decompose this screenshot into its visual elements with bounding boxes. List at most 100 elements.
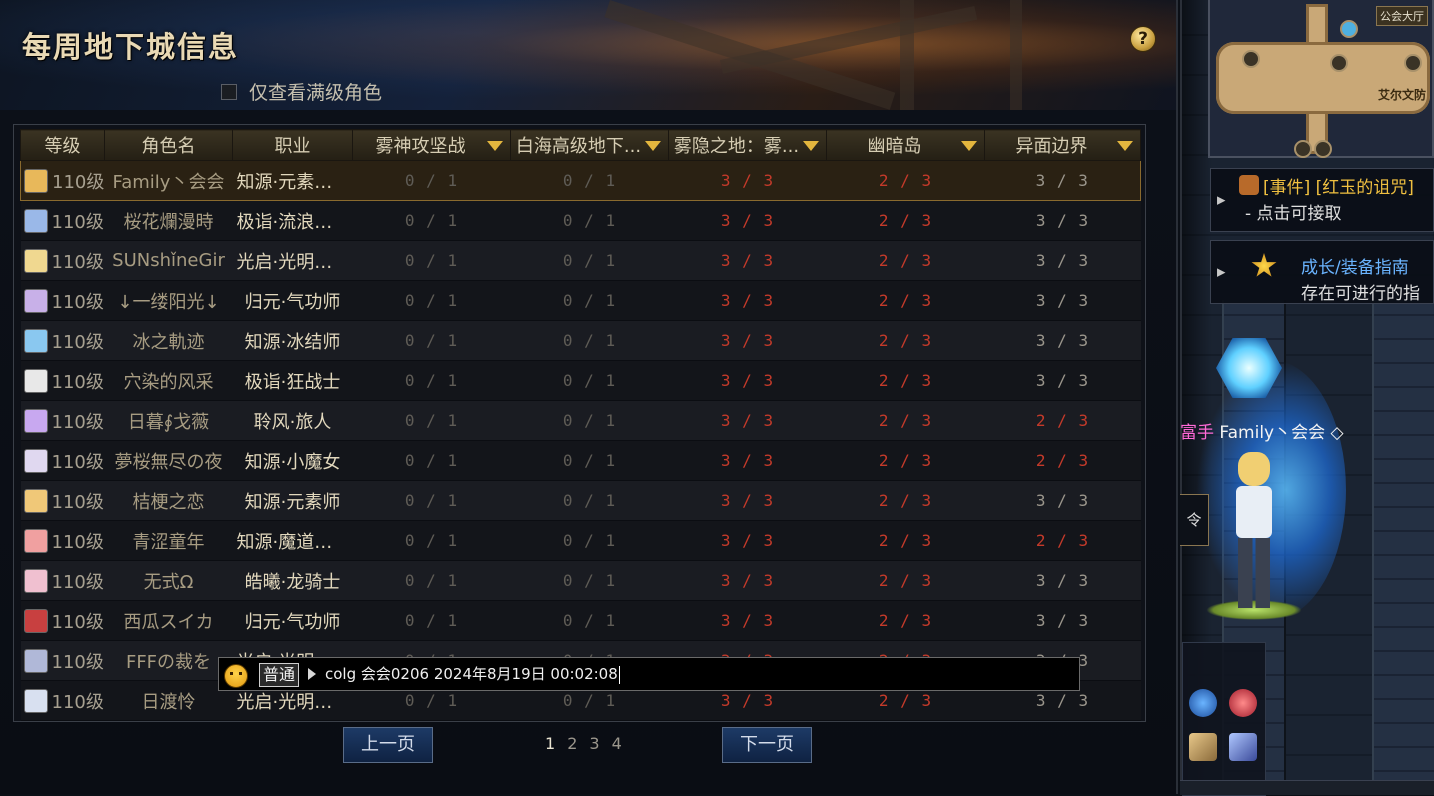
cell-dungeon-5: 2 / 3 [984,440,1141,481]
table-row[interactable]: 110级 日暮∮戈薇 聆风·旅人 0 / 10 / 13 / 32 / 32 / 3 [20,400,1141,441]
cell-dungeon-4: 2 / 3 [826,160,985,201]
cell-dungeon-2: 0 / 1 [510,440,669,481]
dropdown-arrow-icon[interactable] [645,141,661,151]
minimap-location-guild-hall[interactable]: 公会大厅 [1376,6,1428,26]
cell-character-name: FFFの裁を [104,640,233,681]
quick-icon-bar [1182,642,1266,796]
expand-arrow-icon[interactable]: ▶ [1217,194,1225,207]
dungeon-table-frame: 等级 角色名 职业 雾神攻坚战 白海高级地下... 雾隐之地：雾... 幽暗岛 … [13,124,1146,722]
column-header-dungeon-3[interactable]: 雾隐之地：雾... [668,129,827,161]
table-row[interactable]: 110级 西瓜スイカ 归元·气功师 0 / 10 / 13 / 32 / 33 / 3 [20,600,1141,641]
column-header-level[interactable]: 等级 [20,129,105,161]
level-text: 110级 [51,691,104,713]
column-header-dungeon-2[interactable]: 白海高级地下... [510,129,669,161]
cell-job: 知源·魔道学... [232,520,353,561]
column-header-job[interactable]: 职业 [232,129,353,161]
command-button[interactable]: 令 [1180,494,1209,546]
minimap-marker-icon[interactable] [1330,54,1348,72]
expand-arrow-icon[interactable]: ▶ [1217,266,1225,279]
emoji-face-icon[interactable] [224,664,248,688]
character-avatar-icon [23,208,48,233]
table-row[interactable]: 110级 无式Ω 皓曦·龙骑士 0 / 10 / 13 / 32 / 33 / 3 [20,560,1141,601]
cell-dungeon-4: 2 / 3 [826,320,985,361]
table-header-row: 等级 角色名 职业 雾神攻坚战 白海高级地下... 雾隐之地：雾... 幽暗岛 … [20,129,1141,161]
minimap-marker-icon[interactable] [1314,140,1332,158]
cell-level: 110级 [20,640,105,681]
table-row[interactable]: 110级 穴染的风采 极诣·狂战士 0 / 10 / 13 / 32 / 33 / 3 [20,360,1141,401]
letter-icon[interactable] [1189,733,1217,761]
minimap[interactable]: 公会大厅 艾尔文防 [1208,0,1434,158]
submarine-icon[interactable] [1189,689,1217,717]
player-position-icon [1340,20,1358,38]
window-title: 每周地下城信息 [22,30,240,64]
cell-character-name: 西瓜スイカ [104,600,233,641]
minimap-marker-icon[interactable] [1404,54,1422,72]
page-number-1[interactable]: 1 [545,734,555,753]
table-row[interactable]: 110级 Family丶会会 知源·元素爆... 0 / 10 / 13 / 32 /… [20,160,1141,201]
cell-job: 光启·光明骑... [232,240,353,281]
cell-level: 110级 [20,400,105,441]
minimap-location-label: 艾尔文防 [1377,88,1426,102]
column-header-character-name[interactable]: 角色名 [104,129,233,161]
cube-icon[interactable] [1229,733,1257,761]
player-nameplate: 富手 Family丶会会 ◇ [1180,418,1344,443]
character-avatar-icon [23,368,48,393]
character-avatar-icon [23,648,48,673]
cell-dungeon-5: 3 / 3 [984,360,1141,401]
cell-dungeon-5: 3 / 3 [984,160,1141,201]
quest-event-title: [事件] [红玉的诅咒] [1263,178,1414,198]
table-row[interactable]: 110级 桔梗之恋 知源·元素师 0 / 10 / 13 / 32 / 33 / 3 [20,480,1141,521]
cell-dungeon-2: 0 / 1 [510,520,669,561]
max-level-checkbox[interactable] [221,83,237,100]
prev-page-button[interactable]: 上一页 [343,727,433,763]
table-row[interactable]: 110级 青涩童年 知源·魔道学... 0 / 10 / 13 / 32 / 32 /… [20,520,1141,561]
cell-dungeon-3: 3 / 3 [668,480,827,521]
cell-character-name: Family丶会会 [104,160,233,201]
next-page-button[interactable]: 下一页 [722,727,812,763]
minimap-marker-icon[interactable] [1242,50,1260,68]
chat-input-bar[interactable]: 普通 colg 会会0206 2024年8月19日 00:02:08 [218,657,1080,691]
dropdown-arrow-icon[interactable] [803,141,819,151]
dropdown-arrow-icon[interactable] [487,141,503,151]
cell-dungeon-4: 2 / 3 [826,560,985,601]
cell-dungeon-3: 3 / 3 [668,160,827,201]
table-row[interactable]: 110级 ↓一缕阳光↓ 归元·气功师 0 / 10 / 13 / 32 / 33 / … [20,280,1141,321]
cell-job: 归元·气功师 [232,600,353,641]
page-number-3[interactable]: 3 [589,734,599,753]
npc-avatar-icon[interactable] [1229,689,1257,717]
table-row[interactable]: 110级 SUNshǐneGir 光启·光明骑... 0 / 10 / 13 / 32… [20,240,1141,281]
cell-dungeon-2: 0 / 1 [510,320,669,361]
cell-dungeon-4: 2 / 3 [826,480,985,521]
level-text: 110级 [51,331,104,353]
column-header-dungeon-4[interactable]: 幽暗岛 [826,129,985,161]
cell-dungeon-1: 0 / 1 [352,240,511,281]
chat-channel-selector[interactable]: 普通 [259,663,300,687]
weekly-dungeon-window: 每周地下城信息 ? 仅查看满级角色 等级 角色名 职业 雾神攻坚战 白海高级地下… [0,0,1178,794]
cell-level: 110级 [20,440,105,481]
cell-dungeon-1: 0 / 1 [352,160,511,201]
max-level-checkbox-label[interactable]: 仅查看满级角色 [249,78,382,105]
quest-guide-panel[interactable]: ▶ 成长/装备指南 存在可进行的指 [1210,240,1434,304]
cell-character-name: 日渡怜 [104,680,233,721]
cell-dungeon-5: 3 / 3 [984,560,1141,601]
character-avatar-icon [23,248,48,273]
dropdown-arrow-icon[interactable] [1117,141,1133,151]
channel-arrow-icon[interactable] [308,668,316,680]
player-character[interactable] [1206,452,1302,620]
page-number-2[interactable]: 2 [567,734,577,753]
column-header-dungeon-5[interactable]: 异面边界 [984,129,1141,161]
chat-input-text[interactable]: colg 会会0206 2024年8月19日 00:02:08 [325,658,620,690]
max-level-filter[interactable]: 仅查看满级角色 [221,78,382,105]
cell-dungeon-4: 2 / 3 [826,520,985,561]
cell-dungeon-1: 0 / 1 [352,280,511,321]
table-row[interactable]: 110级 桜花爛漫時 极诣·流浪武... 0 / 10 / 13 / 32 / 33 … [20,200,1141,241]
page-number-4[interactable]: 4 [612,734,622,753]
table-row[interactable]: 110级 夢桜無尽の夜 知源·小魔女 0 / 10 / 13 / 32 / 32 / … [20,440,1141,481]
table-row[interactable]: 110级 冰之軌迹 知源·冰结师 0 / 10 / 13 / 32 / 33 / 3 [20,320,1141,361]
minimap-marker-icon[interactable] [1294,140,1312,158]
help-button[interactable]: ? [1130,26,1156,52]
character-avatar-icon [23,528,48,553]
quest-event-panel[interactable]: ▶ [事件] [红玉的诅咒] - 点击可接取 [1210,168,1434,232]
column-header-dungeon-1[interactable]: 雾神攻坚战 [352,129,511,161]
dropdown-arrow-icon[interactable] [961,141,977,151]
